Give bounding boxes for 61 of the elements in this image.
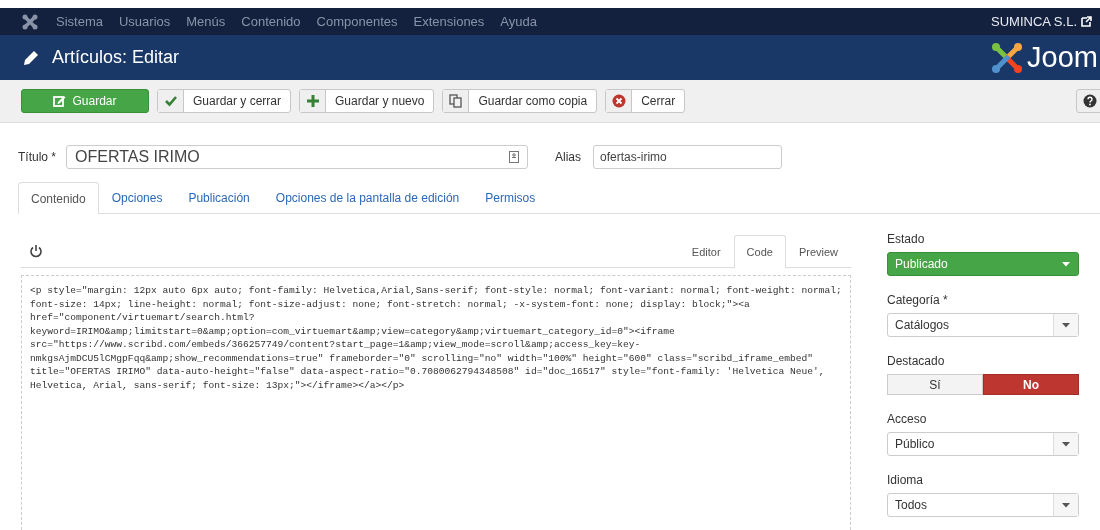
menu-item[interactable]: Ayuda bbox=[500, 14, 537, 29]
check-icon bbox=[163, 94, 178, 108]
select-field[interactable]: Público bbox=[887, 432, 1079, 456]
close-button[interactable]: Cerrar bbox=[605, 89, 686, 113]
editor-mode-tab[interactable]: Editor bbox=[678, 235, 734, 267]
site-link[interactable]: SUMINCA S.L. bbox=[991, 14, 1077, 29]
menu-item[interactable]: Sistema bbox=[56, 14, 103, 29]
toggle-option[interactable]: No bbox=[983, 374, 1079, 395]
select-field[interactable]: Todos bbox=[887, 493, 1079, 517]
note-icon bbox=[509, 151, 519, 163]
field-label: Idioma bbox=[887, 473, 925, 487]
caret-icon bbox=[1062, 322, 1070, 328]
title-field[interactable]: OFERTAS IRIMO bbox=[66, 145, 528, 169]
external-link-icon bbox=[1081, 16, 1092, 27]
pencil-icon bbox=[22, 48, 40, 67]
code-line: keyword=IRIMO&amp;limitstart=0&amp;option=com_virtuemart&amp;view=category&amp;virtuemart_category_id=0"><iframe bbox=[30, 324, 676, 338]
tab[interactable]: Publicación bbox=[175, 182, 263, 213]
joomla-icon bbox=[22, 13, 38, 30]
field-label: Acceso bbox=[887, 412, 928, 426]
caret-icon bbox=[1062, 502, 1070, 508]
plus-button[interactable]: Guardar y nuevo bbox=[299, 89, 435, 113]
code-line: Helvetica, Arial, sans-serif; font-size: 13px;"></iframe></a></p> bbox=[30, 378, 406, 392]
editor-mode-tab[interactable]: Code bbox=[733, 234, 786, 268]
menu-item[interactable]: Menús bbox=[186, 14, 226, 29]
menu-item[interactable]: Contenido bbox=[241, 14, 301, 29]
select-field[interactable]: Catálogos bbox=[887, 313, 1079, 337]
tab[interactable]: Contenido bbox=[18, 182, 99, 214]
code-line: title="OFERTAS IRIMO" data-auto-height="false" data-aspect-ratio="0.7080062794348508" id="doc_16517" style="font-family: 'Helvetica Neue', bbox=[30, 365, 826, 379]
copy-button[interactable]: Guardar como copia bbox=[442, 89, 598, 113]
editor-mode-tab[interactable]: Preview bbox=[785, 235, 851, 267]
copy-icon bbox=[448, 94, 463, 108]
power-icon[interactable] bbox=[29, 244, 43, 258]
tab[interactable]: Opciones de la pantalla de edición bbox=[262, 182, 473, 213]
tab[interactable]: Opciones bbox=[98, 182, 176, 213]
toggle-option[interactable]: Sí bbox=[887, 374, 983, 395]
page-title: Artículos: Editar bbox=[52, 47, 180, 68]
alias-field[interactable]: ofertas-irimo bbox=[593, 145, 783, 169]
code-line: font-size: 14px; line-height: normal; font-size-adjust: none; font-stretch: normal; -x-system-font: none; display: block;"><a bbox=[30, 297, 751, 311]
close-icon bbox=[611, 94, 626, 108]
field-label: Destacado bbox=[887, 354, 946, 368]
menu-item[interactable]: Componentes bbox=[316, 14, 398, 29]
code-line: src="https://www.scribd.com/embeds/366257749/content?start_page=1&amp;view_mode=scroll&amp;access_key=key- bbox=[30, 338, 642, 352]
field-label: Categoría * bbox=[887, 293, 949, 307]
code-line: nmkgsAjmDCU5lCMgpFqq&amp;show_recommendations=true" frameborder="0" scrolling="no" width="100%" height="600" class="scribd_iframe_embed" bbox=[30, 351, 814, 365]
menu-item[interactable]: Usuarios bbox=[118, 14, 171, 29]
joomla-logo: Joom bbox=[991, 41, 1098, 74]
field-label: Alias bbox=[555, 150, 582, 164]
menu-item[interactable]: Extensiones bbox=[413, 14, 485, 29]
help-button[interactable] bbox=[1076, 89, 1100, 113]
check-button[interactable]: Guardar y cerrar bbox=[157, 89, 292, 113]
caret-icon bbox=[1062, 261, 1070, 267]
caret-icon bbox=[1062, 441, 1070, 447]
field-label: Título * bbox=[18, 150, 56, 164]
field-label: Estado bbox=[887, 232, 926, 246]
edit-icon bbox=[53, 94, 67, 108]
code-line: href="component/virtuemart/search.html? bbox=[30, 311, 256, 325]
tab[interactable]: Permisos bbox=[472, 182, 549, 213]
plus-icon bbox=[305, 94, 320, 108]
code-editor[interactable] bbox=[21, 275, 851, 530]
code-line: <p style="margin: 12px auto 6px auto; font-family: Helvetica,Arial,Sans-serif; font-style: normal; font-variant: normal; font-weight: normal; bbox=[30, 284, 842, 298]
help-icon bbox=[1083, 94, 1097, 108]
